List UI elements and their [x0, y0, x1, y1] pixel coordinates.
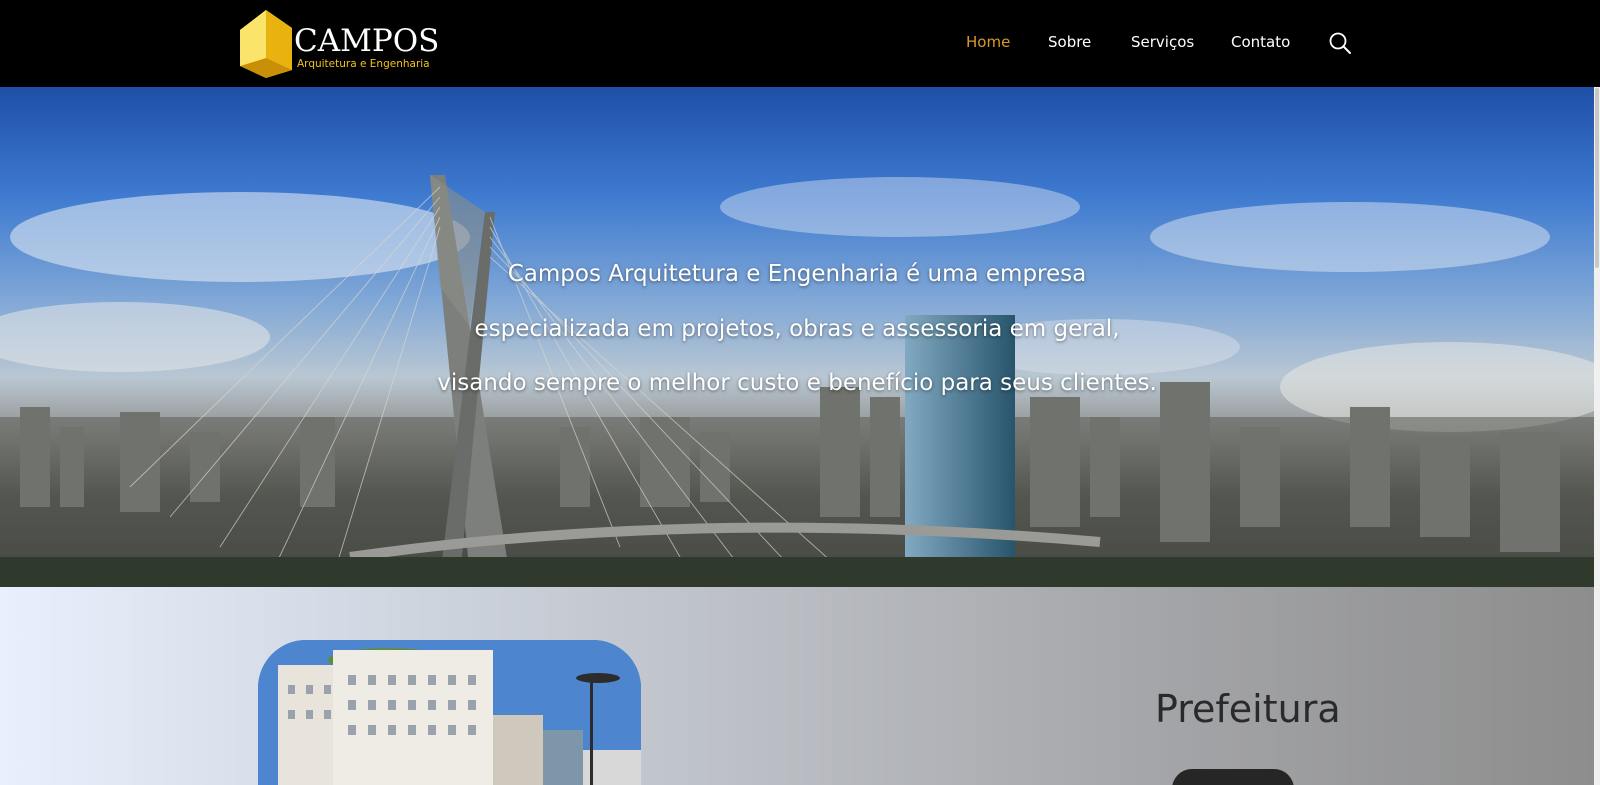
hero-line-2: especializada em projetos, obras e asses…: [474, 315, 1120, 342]
hero-description: Campos Arquitetura e Engenharia é uma em…: [0, 247, 1594, 411]
hero-line-3: visando sempre o melhor custo e benefíci…: [437, 370, 1157, 396]
scrollbar-thumb[interactable]: [1595, 88, 1599, 268]
feature-title: Prefeitura: [1155, 687, 1341, 731]
feature-image: [258, 640, 641, 785]
nav-item-contato[interactable]: Contato: [1231, 33, 1290, 51]
feature-section: Prefeitura: [0, 587, 1594, 785]
hero-line-1: Campos Arquitetura e Engenharia é uma em…: [507, 261, 1087, 287]
nav-item-home[interactable]: Home: [966, 33, 1010, 51]
search-icon[interactable]: [1328, 31, 1352, 55]
nav-item-servicos[interactable]: Serviços: [1131, 33, 1194, 51]
brand-name: CAMPOS: [294, 23, 440, 59]
building-image: [258, 640, 641, 785]
brand-tagline: Arquitetura e Engenharia: [297, 58, 430, 70]
hero-banner: Campos Arquitetura e Engenharia é uma em…: [0, 87, 1594, 587]
logo[interactable]: CAMPOS Arquitetura e Engenharia: [240, 10, 439, 78]
site-header: CAMPOS Arquitetura e Engenharia Home Sob…: [0, 0, 1600, 87]
logo-cube-icon: [240, 10, 292, 78]
nav-item-sobre[interactable]: Sobre: [1048, 33, 1091, 51]
feature-button[interactable]: [1172, 769, 1294, 785]
